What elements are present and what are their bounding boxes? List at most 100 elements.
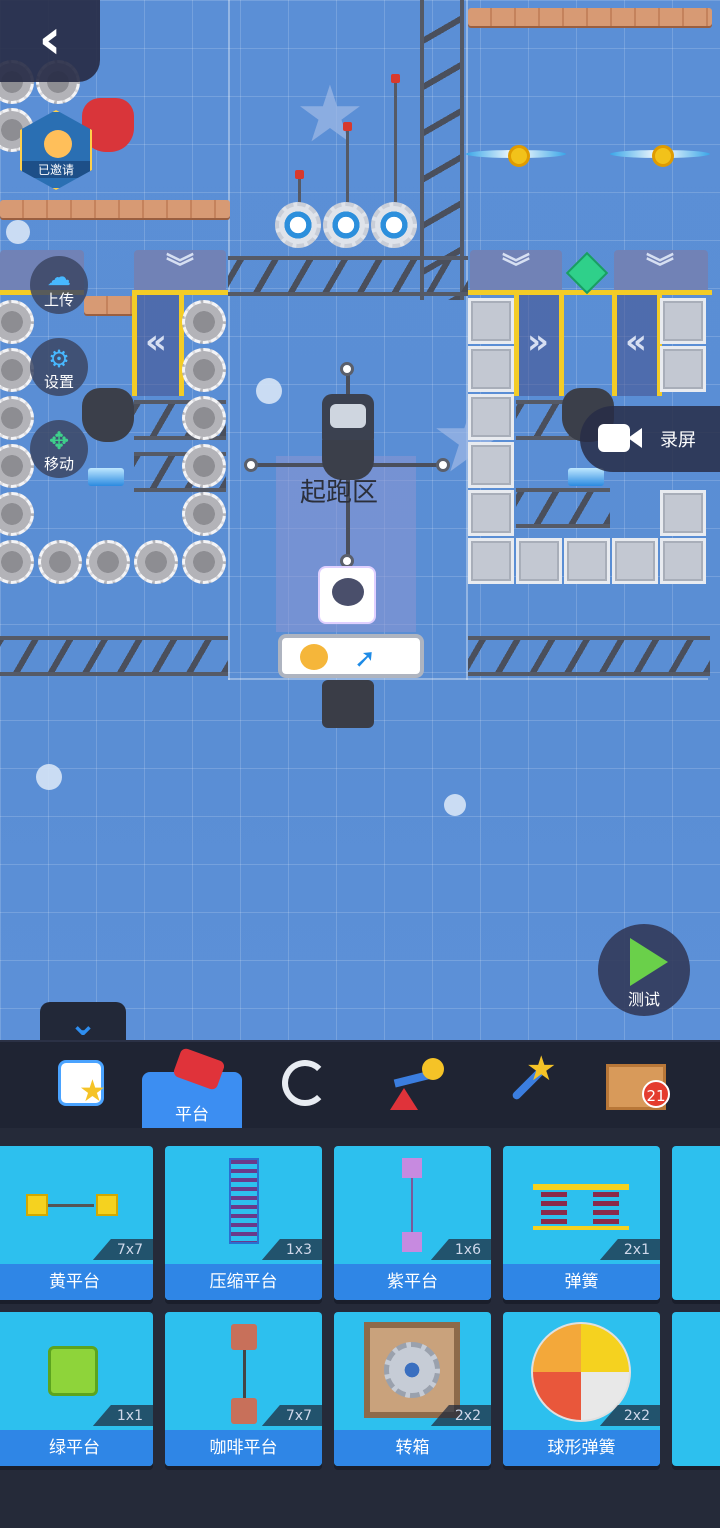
item-card-compress-platform[interactable]: 1x3 压缩平台 bbox=[165, 1146, 322, 1300]
level-editor-canvas[interactable]: ★ ★ ︾ ︾ ︾ « » « bbox=[0, 0, 720, 1040]
yellow-block-icon bbox=[96, 1194, 118, 1216]
saw-blade[interactable] bbox=[0, 492, 34, 536]
saw-blade[interactable] bbox=[0, 444, 34, 488]
tab-magic-wand[interactable]: ★ bbox=[478, 1042, 578, 1130]
star-icon: ★ bbox=[526, 1049, 557, 1089]
item-card-green-platform[interactable]: 1x1 绿平台 bbox=[0, 1312, 153, 1466]
tab-box[interactable]: 21 bbox=[590, 1042, 690, 1130]
pivot-pin[interactable] bbox=[340, 362, 354, 376]
collapse-drawer-button[interactable]: ⌄ bbox=[40, 1002, 126, 1044]
cat-icon bbox=[300, 644, 328, 670]
item-name: 咖啡平台 bbox=[165, 1430, 322, 1466]
spring-base-icon bbox=[533, 1226, 629, 1230]
black-pot[interactable] bbox=[82, 388, 134, 442]
gear[interactable] bbox=[371, 202, 417, 248]
star-icon: ★ bbox=[79, 1074, 106, 1109]
tab-calendar-star[interactable]: ★ bbox=[30, 1042, 130, 1130]
saw-blade[interactable] bbox=[182, 348, 226, 392]
saw-blade[interactable] bbox=[182, 396, 226, 440]
saw-blade[interactable] bbox=[0, 540, 34, 584]
start-pad[interactable]: ➚ bbox=[278, 634, 424, 678]
wood-plank[interactable] bbox=[0, 200, 230, 218]
chevron-right-icon: » bbox=[527, 322, 549, 362]
tab-trap[interactable] bbox=[254, 1042, 354, 1130]
chevron-down-icon: ︾ bbox=[645, 251, 674, 284]
pivot-pin[interactable] bbox=[244, 458, 258, 472]
saw-blade[interactable] bbox=[0, 348, 34, 392]
anchor-block[interactable] bbox=[322, 680, 374, 728]
switch-antenna bbox=[343, 122, 352, 206]
bubble bbox=[256, 378, 282, 404]
wood-plank[interactable] bbox=[84, 296, 134, 314]
coil-icon bbox=[541, 1192, 567, 1224]
item-name: 压缩平台 bbox=[165, 1264, 322, 1300]
steel-block[interactable] bbox=[468, 346, 514, 392]
steel-block[interactable] bbox=[660, 346, 706, 392]
gear[interactable] bbox=[275, 202, 321, 248]
steel-block[interactable] bbox=[660, 538, 706, 584]
item-card-purple-platform[interactable]: 1x6 紫平台 bbox=[334, 1146, 491, 1300]
steel-block[interactable] bbox=[660, 490, 706, 536]
ice-block[interactable] bbox=[88, 468, 124, 486]
item-card-partial[interactable] bbox=[672, 1146, 720, 1300]
back-button[interactable]: ‹ bbox=[0, 0, 100, 82]
tab-seesaw[interactable] bbox=[366, 1042, 466, 1130]
chevron-left-icon: « bbox=[625, 322, 647, 362]
character-head bbox=[332, 578, 364, 606]
steel-block[interactable] bbox=[516, 538, 562, 584]
steel-girder[interactable] bbox=[420, 0, 464, 300]
saw-blade[interactable] bbox=[182, 540, 226, 584]
saw-blade[interactable] bbox=[0, 396, 34, 440]
steel-block[interactable] bbox=[468, 394, 514, 440]
settings-label: 设置 bbox=[43, 373, 74, 391]
steel-block[interactable] bbox=[468, 298, 514, 344]
pivot-pin[interactable] bbox=[436, 458, 450, 472]
item-palette: 7x7 黄平台 1x3 压缩平台 1x6 紫平台 2x1 弹簧 1x1 绿平台 … bbox=[0, 1128, 720, 1528]
play-icon bbox=[630, 938, 668, 986]
move-button[interactable]: ✥ 移动 bbox=[30, 420, 88, 478]
upload-button[interactable]: ☁ 上传 bbox=[30, 256, 88, 314]
item-card-ball-spring[interactable]: 2x2 球形弹簧 bbox=[503, 1312, 660, 1466]
steel-block[interactable] bbox=[612, 538, 658, 584]
player-character[interactable] bbox=[318, 566, 376, 624]
steel-girder[interactable] bbox=[0, 636, 228, 676]
propeller[interactable] bbox=[466, 144, 566, 167]
chevron-left-icon: « bbox=[145, 322, 167, 362]
item-card-rotating-box[interactable]: 2x2 转箱 bbox=[334, 1312, 491, 1466]
rod-icon bbox=[48, 1204, 94, 1207]
saw-blade[interactable] bbox=[134, 540, 178, 584]
steel-girder[interactable] bbox=[516, 488, 610, 528]
move-arrows-icon: ✥ bbox=[48, 427, 70, 455]
gear-icon bbox=[384, 1342, 440, 1398]
item-card-partial[interactable] bbox=[672, 1312, 720, 1466]
spring-icon bbox=[229, 1158, 259, 1244]
gem[interactable] bbox=[565, 251, 609, 295]
steel-block[interactable] bbox=[468, 538, 514, 584]
saw-blade[interactable] bbox=[182, 300, 226, 344]
saw-blade[interactable] bbox=[38, 540, 82, 584]
propeller[interactable] bbox=[610, 144, 710, 167]
switch-antenna bbox=[391, 74, 400, 206]
item-card-spring[interactable]: 2x1 弹簧 bbox=[503, 1146, 660, 1300]
steel-girder[interactable] bbox=[228, 256, 468, 296]
item-card-yellow-platform[interactable]: 7x7 黄平台 bbox=[0, 1146, 153, 1300]
test-play-button[interactable]: 测试 bbox=[598, 924, 690, 1016]
tab-platform[interactable]: 平台 bbox=[142, 1042, 242, 1130]
gear[interactable] bbox=[323, 202, 369, 248]
record-screen-button[interactable]: 录屏 bbox=[580, 406, 720, 472]
steel-girder[interactable] bbox=[468, 636, 710, 676]
steel-block[interactable] bbox=[564, 538, 610, 584]
settings-button[interactable]: ⚙ 设置 bbox=[30, 338, 88, 396]
item-card-coffee-platform[interactable]: 7x7 咖啡平台 bbox=[165, 1312, 322, 1466]
saw-blade[interactable] bbox=[86, 540, 130, 584]
steel-block[interactable] bbox=[468, 490, 514, 536]
steel-block[interactable] bbox=[468, 442, 514, 488]
saw-blade[interactable] bbox=[182, 492, 226, 536]
wood-plank[interactable] bbox=[468, 8, 712, 26]
steel-block[interactable] bbox=[660, 298, 706, 344]
yellow-block-icon bbox=[26, 1194, 48, 1216]
saw-blade[interactable] bbox=[0, 300, 34, 344]
saw-blade[interactable] bbox=[182, 444, 226, 488]
ice-block[interactable] bbox=[568, 468, 604, 486]
bubble bbox=[36, 764, 62, 790]
